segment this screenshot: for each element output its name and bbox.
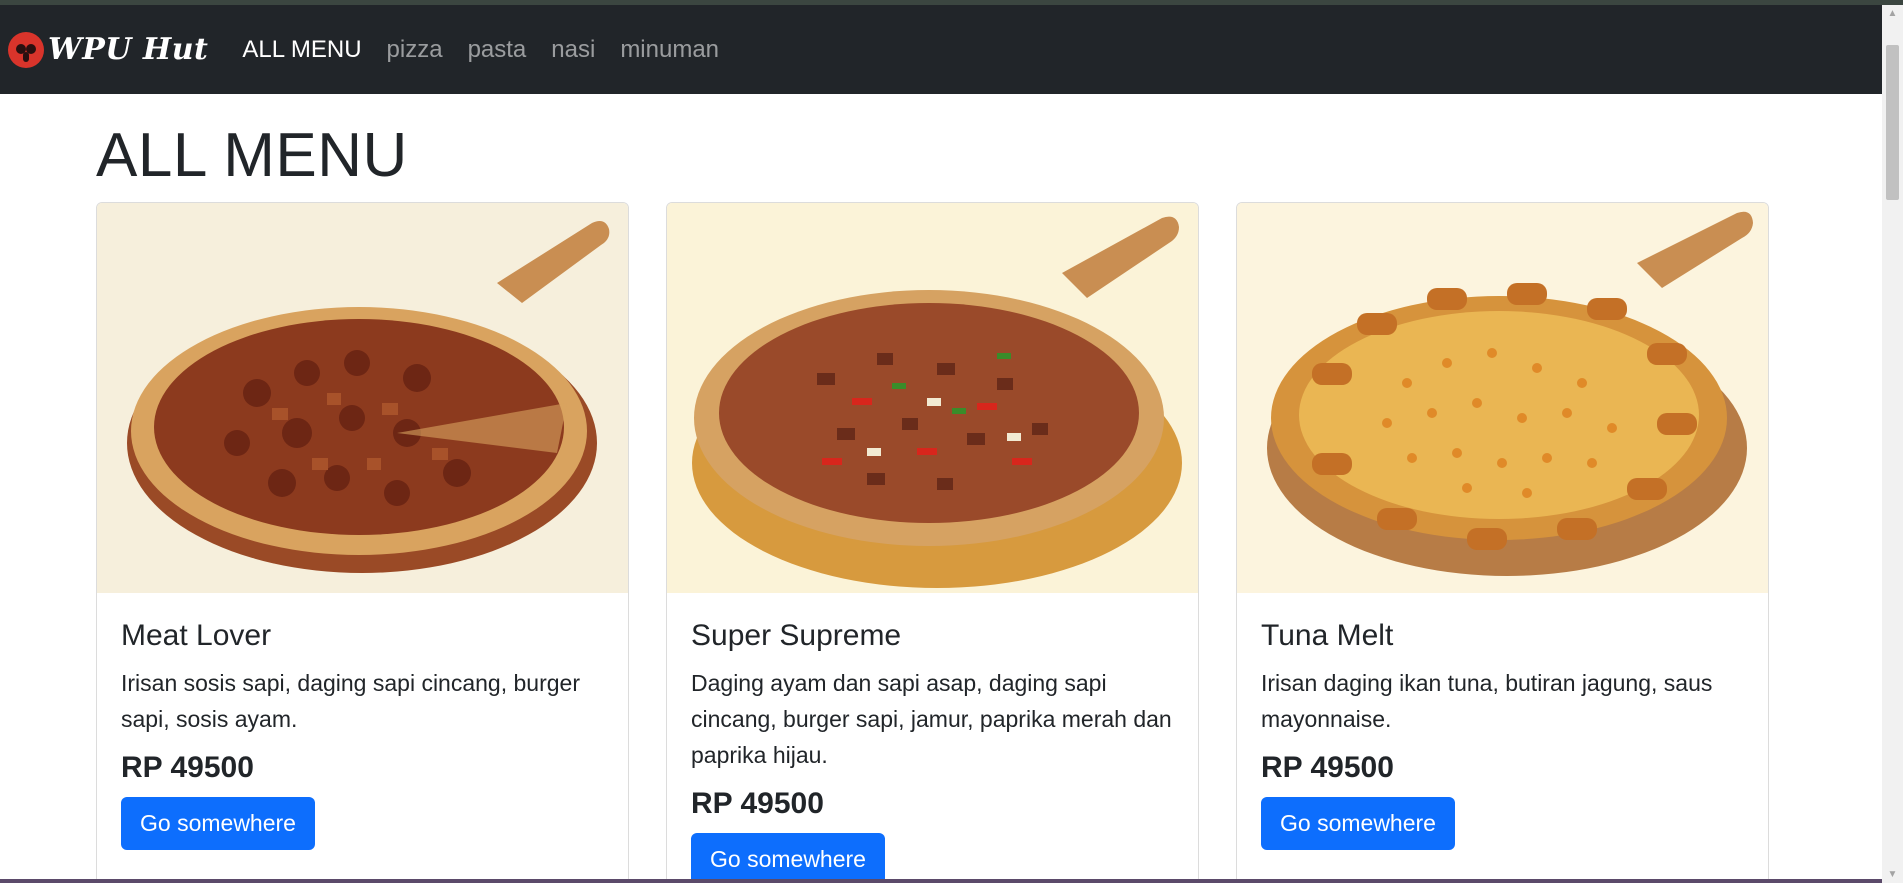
brand[interactable]: WPU Hut [8,31,209,68]
menu-card: Meat Lover Irisan sosis sapi, daging sap… [96,202,629,879]
nav-item-all-menu[interactable]: ALL MENU [242,36,361,64]
card-title: Super Supreme [691,619,902,652]
card-grid: Meat Lover Irisan sosis sapi, daging sap… [96,202,1770,879]
page-title: ALL MENU [96,121,408,190]
brand-name: WPU Hut [48,32,209,67]
main-content: ALL MENU Meat Lover Irisan sosis sapi, d… [96,94,1770,879]
nav-item-pizza[interactable]: pizza [387,36,443,64]
card-body: Tuna Melt Irisan daging ikan tuna, butir… [1237,593,1768,874]
card-description: Irisan sosis sapi, daging sapi cincang, … [121,670,580,732]
scrollbar-thumb[interactable] [1886,45,1899,200]
go-somewhere-button[interactable]: Go somewhere [121,797,315,850]
navbar: WPU Hut ALL MENU pizza pasta nasi minuma… [0,5,1882,94]
menu-card: Super Supreme Daging ayam dan sapi asap,… [666,202,1199,879]
vertical-scrollbar[interactable]: ▲ ▼ [1882,5,1903,883]
nav-links: ALL MENU pizza pasta nasi minuman [242,36,744,64]
card-description: Irisan daging ikan tuna, butiran jagung,… [1261,670,1713,732]
window-bottom-border [0,879,1882,883]
go-somewhere-button[interactable]: Go somewhere [1261,797,1455,850]
card-price: RP 49500 [691,787,824,820]
go-somewhere-button[interactable]: Go somewhere [691,833,885,879]
card-price: RP 49500 [1261,751,1394,784]
super-supreme-pizza-image [667,203,1198,593]
menu-card: Tuna Melt Irisan daging ikan tuna, butir… [1236,202,1769,879]
card-price: RP 49500 [121,751,254,784]
nav-item-pasta[interactable]: pasta [468,36,527,64]
card-body: Super Supreme Daging ayam dan sapi asap,… [667,593,1198,879]
scroll-up-icon[interactable]: ▲ [1882,5,1903,22]
card-body: Meat Lover Irisan sosis sapi, daging sap… [97,593,628,874]
tuna-melt-pizza-image [1237,203,1768,593]
card-title: Meat Lover [121,619,272,652]
meat-lover-pizza-image [97,203,628,593]
nav-item-nasi[interactable]: nasi [551,36,595,64]
card-title: Tuna Melt [1261,619,1394,652]
scroll-down-icon[interactable]: ▼ [1882,866,1903,883]
card-description: Daging ayam dan sapi asap, daging sapi c… [691,670,1172,768]
nav-item-minuman[interactable]: minuman [620,36,719,64]
pizza-hut-mascot-icon [8,31,44,68]
